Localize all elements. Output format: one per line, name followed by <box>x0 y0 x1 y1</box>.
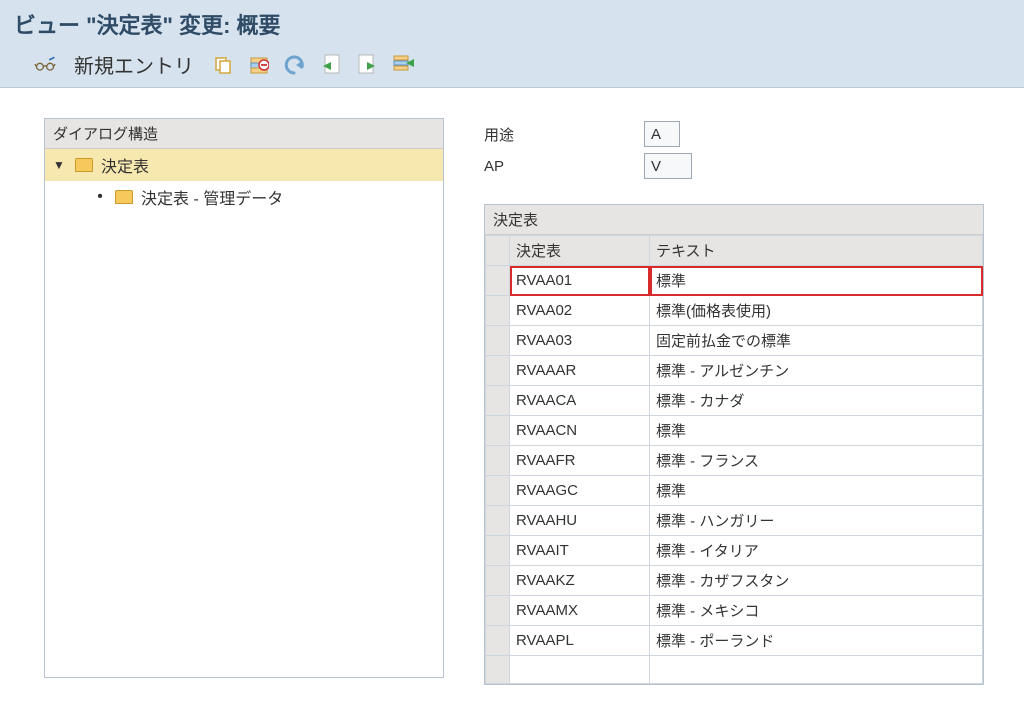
cell-text[interactable]: 標準 - カナダ <box>650 386 983 416</box>
table-row[interactable]: RVAAIT標準 - イタリア <box>486 536 983 566</box>
cell-text[interactable]: 標準 <box>650 476 983 506</box>
form-row-usage: 用途 <box>484 118 984 150</box>
cell-code[interactable]: RVAACA <box>510 386 650 416</box>
table-row[interactable]: RVAAMX標準 - メキシコ <box>486 596 983 626</box>
cell-code[interactable]: RVAA03 <box>510 326 650 356</box>
table-row[interactable]: RVAAAR標準 - アルゼンチン <box>486 356 983 386</box>
cell-text[interactable]: 標準 <box>650 416 983 446</box>
folder-icon <box>115 190 133 204</box>
content: ダイアログ構造 ▼ 決定表 • 決定表 - 管理データ 用途 AP 決定表 <box>0 88 1024 685</box>
table-row[interactable] <box>486 656 983 684</box>
row-selector[interactable] <box>486 386 510 416</box>
table-row[interactable]: RVAAFR標準 - フランス <box>486 446 983 476</box>
table-row[interactable]: RVAA02標準(価格表使用) <box>486 296 983 326</box>
row-selector[interactable] <box>486 536 510 566</box>
row-selector[interactable] <box>486 656 510 684</box>
table-row[interactable]: RVAAHU標準 - ハンガリー <box>486 506 983 536</box>
new-entry-button[interactable]: 新規エントリ <box>70 50 198 79</box>
cell-text[interactable]: 固定前払金での標準 <box>650 326 983 356</box>
row-selector[interactable] <box>486 476 510 506</box>
cell-code[interactable]: RVAAAR <box>510 356 650 386</box>
select-icon[interactable] <box>392 54 414 76</box>
cell-code[interactable]: RVAAGC <box>510 476 650 506</box>
undo-icon[interactable] <box>284 54 306 76</box>
grid-header-code[interactable]: 決定表 <box>510 236 650 266</box>
table-row[interactable]: RVAA01標準 <box>486 266 983 296</box>
table-row[interactable]: RVAACN標準 <box>486 416 983 446</box>
row-selector[interactable] <box>486 626 510 656</box>
cell-text[interactable]: 標準 - ポーランド <box>650 626 983 656</box>
cell-text[interactable]: 標準 - カザフスタン <box>650 566 983 596</box>
dialog-structure-header: ダイアログ構造 <box>45 119 443 149</box>
table-row[interactable]: RVAA03固定前払金での標準 <box>486 326 983 356</box>
previous-page-icon[interactable] <box>320 54 342 76</box>
row-selector[interactable] <box>486 566 510 596</box>
cell-text[interactable]: 標準 - メキシコ <box>650 596 983 626</box>
copy-icon[interactable] <box>212 54 234 76</box>
table-row[interactable]: RVAAPL標準 - ポーランド <box>486 626 983 656</box>
row-selector[interactable] <box>486 596 510 626</box>
grid-header-text[interactable]: テキスト <box>650 236 983 266</box>
table-row[interactable]: RVAAGC標準 <box>486 476 983 506</box>
cell-text[interactable]: 標準(価格表使用) <box>650 296 983 326</box>
grid-panel: 決定表 決定表 テキスト RVAA01標準RVAA02標準(価格表使用)RVAA… <box>484 204 984 685</box>
header-bar: ビュー "決定表" 変更: 概要 新規エントリ <box>0 0 1024 88</box>
row-selector[interactable] <box>486 326 510 356</box>
folder-icon <box>75 158 93 172</box>
determine-table: 決定表 テキスト RVAA01標準RVAA02標準(価格表使用)RVAA03固定… <box>485 235 983 684</box>
cell-text[interactable] <box>650 656 983 684</box>
grid-header-select[interactable] <box>486 236 510 266</box>
form-row-ap: AP <box>484 150 984 182</box>
tree-node-label: 決定表 - 管理データ <box>141 185 283 209</box>
cell-code[interactable]: RVAAFR <box>510 446 650 476</box>
cell-code[interactable] <box>510 656 650 684</box>
table-row[interactable]: RVAAKZ標準 - カザフスタン <box>486 566 983 596</box>
ap-field[interactable] <box>644 153 692 179</box>
row-selector[interactable] <box>486 266 510 296</box>
table-row[interactable]: RVAACA標準 - カナダ <box>486 386 983 416</box>
cell-code[interactable]: RVAA01 <box>510 266 650 296</box>
cell-code[interactable]: RVAAKZ <box>510 566 650 596</box>
cell-code[interactable]: RVAAMX <box>510 596 650 626</box>
tree-node-root[interactable]: ▼ 決定表 <box>45 149 443 181</box>
ap-label: AP <box>484 158 644 175</box>
delete-row-icon[interactable] <box>248 54 270 76</box>
cell-text[interactable]: 標準 - イタリア <box>650 536 983 566</box>
cell-code[interactable]: RVAAIT <box>510 536 650 566</box>
cell-text[interactable]: 標準 - アルゼンチン <box>650 356 983 386</box>
cell-code[interactable]: RVAACN <box>510 416 650 446</box>
bullet-icon: • <box>93 188 107 206</box>
row-selector[interactable] <box>486 296 510 326</box>
cell-text[interactable]: 標準 <box>650 266 983 296</box>
cell-code[interactable]: RVAA02 <box>510 296 650 326</box>
left-column: ダイアログ構造 ▼ 決定表 • 決定表 - 管理データ <box>44 118 444 685</box>
row-selector[interactable] <box>486 446 510 476</box>
usage-label: 用途 <box>484 124 644 145</box>
cell-text[interactable]: 標準 - フランス <box>650 446 983 476</box>
page-title: ビュー "決定表" 変更: 概要 <box>14 8 1010 40</box>
row-selector[interactable] <box>486 416 510 446</box>
right-column: 用途 AP 決定表 決定表 テキスト RVAA01標準RVAA02標準(価格表使… <box>484 118 984 685</box>
grid-title: 決定表 <box>485 205 983 235</box>
toolbar: 新規エントリ <box>14 48 1010 87</box>
cell-code[interactable]: RVAAHU <box>510 506 650 536</box>
cell-code[interactable]: RVAAPL <box>510 626 650 656</box>
display-icon[interactable] <box>34 54 56 76</box>
row-selector[interactable] <box>486 506 510 536</box>
usage-field[interactable] <box>644 121 680 147</box>
dialog-structure-panel: ダイアログ構造 ▼ 決定表 • 決定表 - 管理データ <box>44 118 444 678</box>
expand-icon[interactable]: ▼ <box>53 158 67 172</box>
cell-text[interactable]: 標準 - ハンガリー <box>650 506 983 536</box>
next-page-icon[interactable] <box>356 54 378 76</box>
row-selector[interactable] <box>486 356 510 386</box>
tree-node-label: 決定表 <box>101 153 149 177</box>
tree-node-child[interactable]: • 決定表 - 管理データ <box>45 181 443 213</box>
